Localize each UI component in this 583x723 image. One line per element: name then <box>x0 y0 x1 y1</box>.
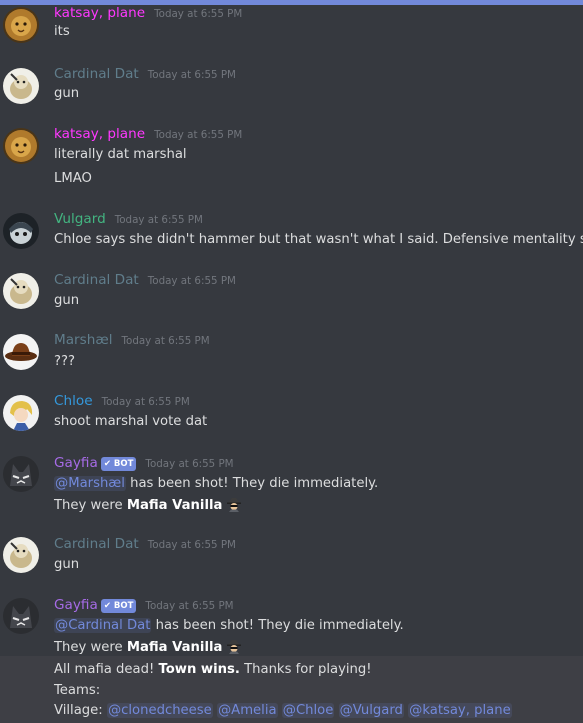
message-text: @Marshæl has been shot! They die immedia… <box>54 475 378 493</box>
avatar[interactable] <box>3 395 39 431</box>
user-mention[interactable]: @Cardinal Dat <box>54 618 152 633</box>
user-mention[interactable]: @Marshæl <box>54 476 126 491</box>
avatar[interactable] <box>3 456 39 492</box>
message-text: literally dat marshal <box>54 147 187 162</box>
spy-icon <box>227 640 242 654</box>
author-name[interactable]: Marshæl <box>54 332 112 348</box>
avatar[interactable] <box>3 7 39 43</box>
author-name[interactable]: katsay, plane <box>54 5 145 21</box>
timestamp: Today at 6:55 PM <box>121 335 210 347</box>
message-text: All mafia dead! Town wins. Thanks for pl… <box>54 661 372 679</box>
user-mention[interactable]: @Vulgard <box>338 703 404 718</box>
role-name: Mafia Vanilla <box>126 498 223 513</box>
message-text: ??? <box>54 354 75 369</box>
author-name[interactable]: Cardinal Dat <box>54 536 139 552</box>
timestamp: Today at 6:55 PM <box>147 275 236 287</box>
message-text: shoot marshal vote dat <box>54 414 208 429</box>
message-text: gun <box>54 86 80 101</box>
avatar[interactable] <box>3 68 39 104</box>
message-text: They were Mafia Vanilla <box>54 638 242 656</box>
message-text: @Cardinal Dat has been shot! They die im… <box>54 617 404 635</box>
message-text: gun <box>54 293 80 308</box>
avatar[interactable] <box>3 598 39 634</box>
message-text: gun <box>54 557 80 572</box>
message-text: They were Mafia Vanilla <box>54 496 242 514</box>
village-label: Village: <box>54 703 107 718</box>
timestamp: Today at 6:55 PM <box>147 69 236 81</box>
town-wins-text: Town wins. <box>158 662 240 677</box>
author-name[interactable]: Gayfia <box>54 597 98 613</box>
user-mention[interactable]: @Chloe <box>281 703 335 718</box>
timestamp: Today at 6:55 PM <box>101 396 190 408</box>
timestamp: Today at 6:55 PM <box>114 214 203 226</box>
avatar[interactable] <box>3 128 39 164</box>
bot-badge: ✔ BOT <box>100 599 137 613</box>
were-text: They were <box>54 498 127 513</box>
village-line: Village: @clonedcheese @Amelia @Chloe @V… <box>54 702 512 720</box>
author-name[interactable]: Vulgard <box>54 211 106 227</box>
timestamp: Today at 6:55 PM <box>147 539 236 551</box>
bot-badge: ✔ BOT <box>100 457 137 471</box>
author-name[interactable]: Cardinal Dat <box>54 272 139 288</box>
shot-text: has been shot! They die immediately. <box>125 476 379 491</box>
role-name: Mafia Vanilla <box>126 640 223 655</box>
author-name[interactable]: Cardinal Dat <box>54 66 139 82</box>
author-name[interactable]: Gayfia <box>54 455 98 471</box>
avatar[interactable] <box>3 334 39 370</box>
user-mention[interactable]: @katsay, plane <box>408 703 512 718</box>
author-name[interactable]: katsay, plane <box>54 126 145 142</box>
avatar[interactable] <box>3 273 39 309</box>
author-name[interactable]: Chloe <box>54 393 93 409</box>
were-text: They were <box>54 640 127 655</box>
message-text: LMAO <box>54 171 92 186</box>
user-mention[interactable]: @clonedcheese <box>106 703 213 718</box>
avatar[interactable] <box>3 213 39 249</box>
shot-text: has been shot! They die immediately. <box>151 618 404 633</box>
timestamp: Today at 6:55 PM <box>145 458 234 470</box>
avatar[interactable] <box>3 537 39 573</box>
thanks-text: Thanks for playing! <box>239 662 372 677</box>
timestamp: Today at 6:55 PM <box>145 600 234 612</box>
message-text: Chloe says she didn't hammer but that wa… <box>54 232 583 247</box>
user-mention[interactable]: @Amelia <box>216 703 278 718</box>
teams-label: Teams: <box>54 683 101 698</box>
timestamp: Today at 6:55 PM <box>154 8 243 20</box>
spy-icon <box>227 498 242 512</box>
timestamp: Today at 6:55 PM <box>154 129 243 141</box>
end-text: All mafia dead! <box>54 662 159 677</box>
message-text: its <box>54 24 70 39</box>
